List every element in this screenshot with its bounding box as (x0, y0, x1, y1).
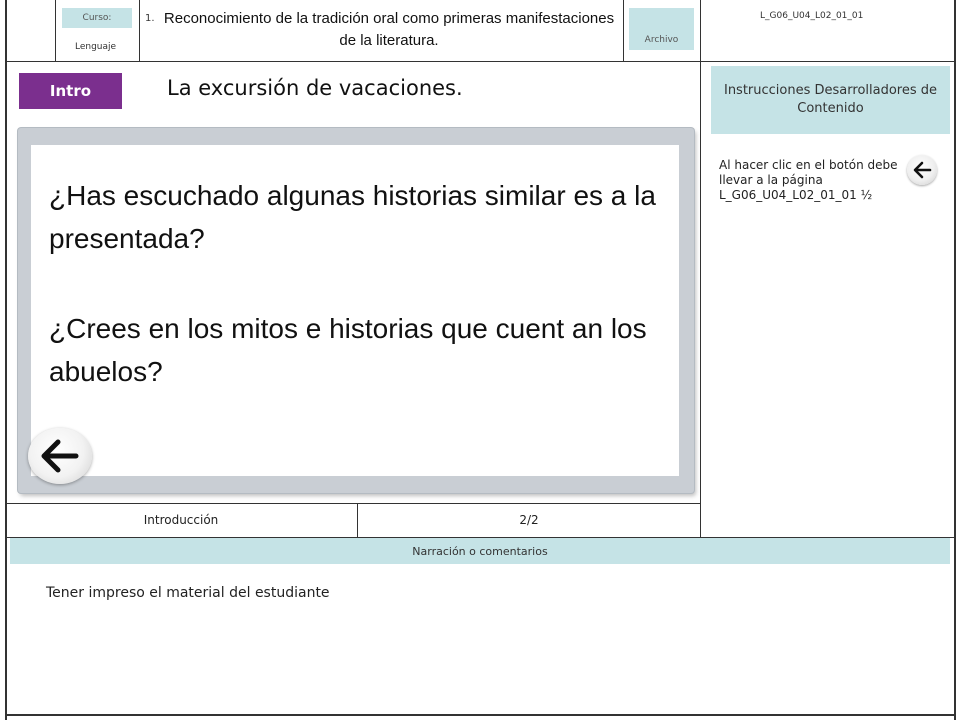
course-value: Lenguaje (75, 42, 117, 52)
slide-subtitle: La excursión de vacaciones. (167, 76, 463, 100)
intro-tab[interactable]: Intro (19, 73, 122, 109)
page-title: Reconocimiento de la tradición oral como… (163, 10, 615, 49)
outer-border-bottom (5, 714, 956, 716)
question-1: ¿Has escuchado algunas historias similar… (49, 180, 656, 254)
header-bottom-line (5, 61, 956, 62)
main-right-divider (700, 61, 701, 538)
file-label: Archivo (644, 35, 679, 45)
back-arrow-button[interactable] (28, 428, 92, 484)
page-indicator: 2/2 (519, 513, 539, 527)
question-panel: ¿Has escuchado algunas historias similar… (18, 128, 694, 493)
instructions-back-button (907, 155, 937, 185)
header-divider-2 (139, 0, 140, 62)
slide-bottom-line (5, 503, 701, 504)
question-panel-inner: ¿Has escuchado algunas historias similar… (31, 145, 679, 476)
header-divider-1 (55, 0, 56, 62)
course-label: Curso: (62, 8, 132, 28)
back-arrow-icon (41, 439, 79, 473)
section-name: Introducción (143, 513, 219, 527)
question-2: ¿Crees en los mitos e historias que cuen… (49, 313, 647, 387)
outer-border-left (5, 0, 7, 720)
narration-heading: Narración o comentarios (10, 538, 950, 564)
item-number: 1. (145, 13, 155, 24)
instructions-heading: Instrucciones Desarrolladores de Conteni… (711, 66, 950, 134)
outer-border-right (954, 0, 956, 720)
file-code: L_G06_U04_L02_01_01 (760, 11, 864, 21)
narration-text: Tener impreso el material del estudiante (46, 585, 330, 601)
file-label-box: Archivo (629, 8, 694, 50)
instructions-text: Al hacer clic en el botón debe llevar a … (719, 158, 898, 202)
header-divider-3 (623, 0, 624, 62)
header-divider-4 (700, 0, 701, 62)
back-arrow-icon (913, 161, 932, 179)
